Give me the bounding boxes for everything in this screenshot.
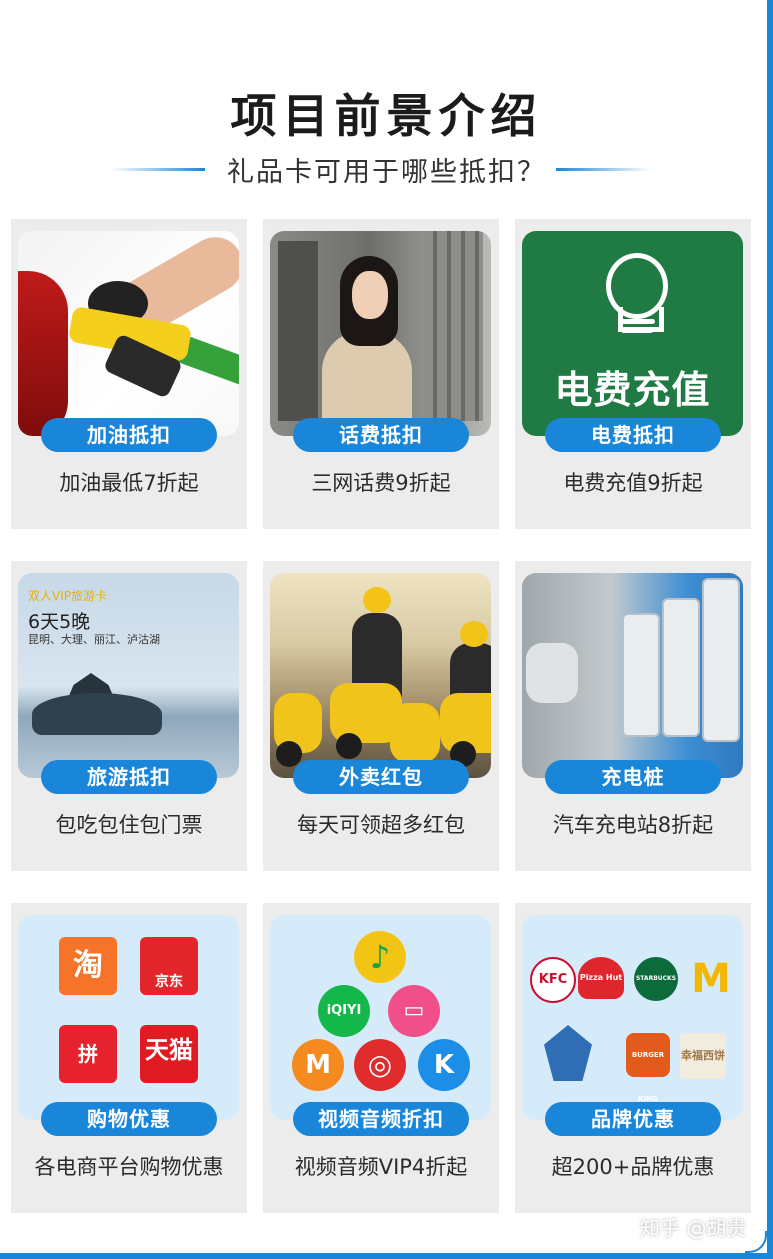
travel-caption: 包吃包住包门票	[55, 813, 203, 837]
burger-king-icon: BURGER KING	[626, 1033, 670, 1103]
brand-logos: KFC Pizza Hut STARBUCKS M BURGER KING 幸福…	[522, 915, 743, 1120]
card-phone-bill[interactable]: 话费抵扣 三网话费9折起	[263, 219, 499, 529]
video-audio-logos: ♪ iQIYI ▭ M ◎ K	[270, 915, 491, 1120]
brand-discount-button[interactable]: 品牌优惠	[545, 1102, 721, 1136]
watermark: 知乎 @胡贵	[640, 1216, 747, 1240]
corner-decoration	[745, 1231, 767, 1253]
xingfu-xibing-icon: 幸福西饼	[680, 1033, 726, 1079]
card-video-audio[interactable]: ♪ iQIYI ▭ M ◎ K 视频音频折扣 视频音频VIP4折起	[263, 903, 499, 1213]
fuel-caption: 加油最低7折起	[59, 471, 199, 495]
phone-bill-discount-button[interactable]: 话费抵扣	[293, 418, 469, 452]
delivery-coupon-button[interactable]: 外卖红包	[293, 760, 469, 794]
travel-days: 6天5晚	[28, 611, 91, 633]
iqiyi-icon: iQIYI	[318, 985, 370, 1037]
electricity-image: 电费充值	[522, 231, 743, 436]
pinduoduo-icon: 拼	[59, 1025, 117, 1083]
netease-music-icon: ◎	[354, 1039, 406, 1091]
travel-places: 昆明、大理、丽江、泸沽湖	[28, 633, 160, 646]
video-audio-discount-button[interactable]: 视频音频折扣	[293, 1102, 469, 1136]
card-ev-charging[interactable]: 充电桩 汽车充电站8折起	[515, 561, 751, 871]
jd-icon: 京东	[140, 937, 198, 995]
shopping-logos: 淘 京东 拼 天猫	[18, 915, 239, 1120]
travel-discount-button[interactable]: 旅游抵扣	[41, 760, 217, 794]
subtitle-line-right	[556, 168, 651, 171]
page-title: 项目前景介绍	[230, 89, 543, 143]
video-audio-caption: 视频音频VIP4折起	[294, 1155, 468, 1179]
card-electricity[interactable]: 电费充值 电费抵扣 电费充值9折起	[515, 219, 751, 529]
phone-bill-caption: 三网话费9折起	[311, 471, 451, 495]
kugou-icon: K	[418, 1039, 470, 1091]
ev-charging-caption: 汽车充电站8折起	[552, 813, 714, 837]
travel-tag: 双人VIP旅游卡	[28, 589, 107, 603]
ev-charging-button[interactable]: 充电桩	[545, 760, 721, 794]
card-travel[interactable]: 双人VIP旅游卡 6天5晚 昆明、大理、丽江、泸沽湖 旅游抵扣 包吃包住包门票	[11, 561, 247, 871]
travel-island-photo: 双人VIP旅游卡 6天5晚 昆明、大理、丽江、泸沽湖	[18, 573, 239, 778]
delivery-riders-photo	[270, 573, 491, 778]
subtitle-row: 礼品卡可用于哪些抵扣？	[0, 148, 773, 188]
ev-charging-photo	[522, 573, 743, 778]
brand-caption: 超200+品牌优惠	[551, 1155, 715, 1179]
electricity-discount-button[interactable]: 电费抵扣	[545, 418, 721, 452]
pizza-hut-icon: Pizza Hut	[578, 957, 624, 999]
card-brands[interactable]: KFC Pizza Hut STARBUCKS M BURGER KING 幸福…	[515, 903, 751, 1213]
electricity-image-text: 电费充值	[554, 368, 711, 412]
delivery-caption: 每天可领超多红包	[297, 813, 465, 837]
bottom-border	[0, 1253, 773, 1259]
electricity-caption: 电费充值9折起	[563, 471, 703, 495]
taobao-icon: 淘	[59, 937, 117, 995]
tmall-icon: 天猫	[140, 1025, 198, 1083]
fuel-discount-button[interactable]: 加油抵扣	[41, 418, 217, 452]
mcdonalds-icon: M	[691, 956, 731, 1002]
mango-tv-icon: M	[292, 1039, 344, 1091]
kfc-icon: KFC	[530, 957, 576, 1003]
page-subtitle: 礼品卡可用于哪些抵扣？	[227, 157, 546, 188]
luckin-coffee-icon	[544, 1025, 592, 1081]
card-delivery[interactable]: 外卖红包 每天可领超多红包	[263, 561, 499, 871]
fuel-nozzle-photo	[18, 231, 239, 436]
starbucks-icon: STARBUCKS	[634, 957, 678, 1001]
shopping-caption: 各电商平台购物优惠	[34, 1155, 224, 1179]
qq-music-icon: ♪	[354, 931, 406, 983]
card-fuel[interactable]: 加油抵扣 加油最低7折起	[11, 219, 247, 529]
woman-on-phone-photo	[270, 231, 491, 436]
card-shopping[interactable]: 淘 京东 拼 天猫 购物优惠 各电商平台购物优惠	[11, 903, 247, 1213]
bilibili-icon: ▭	[388, 985, 440, 1037]
shopping-discount-button[interactable]: 购物优惠	[41, 1102, 217, 1136]
